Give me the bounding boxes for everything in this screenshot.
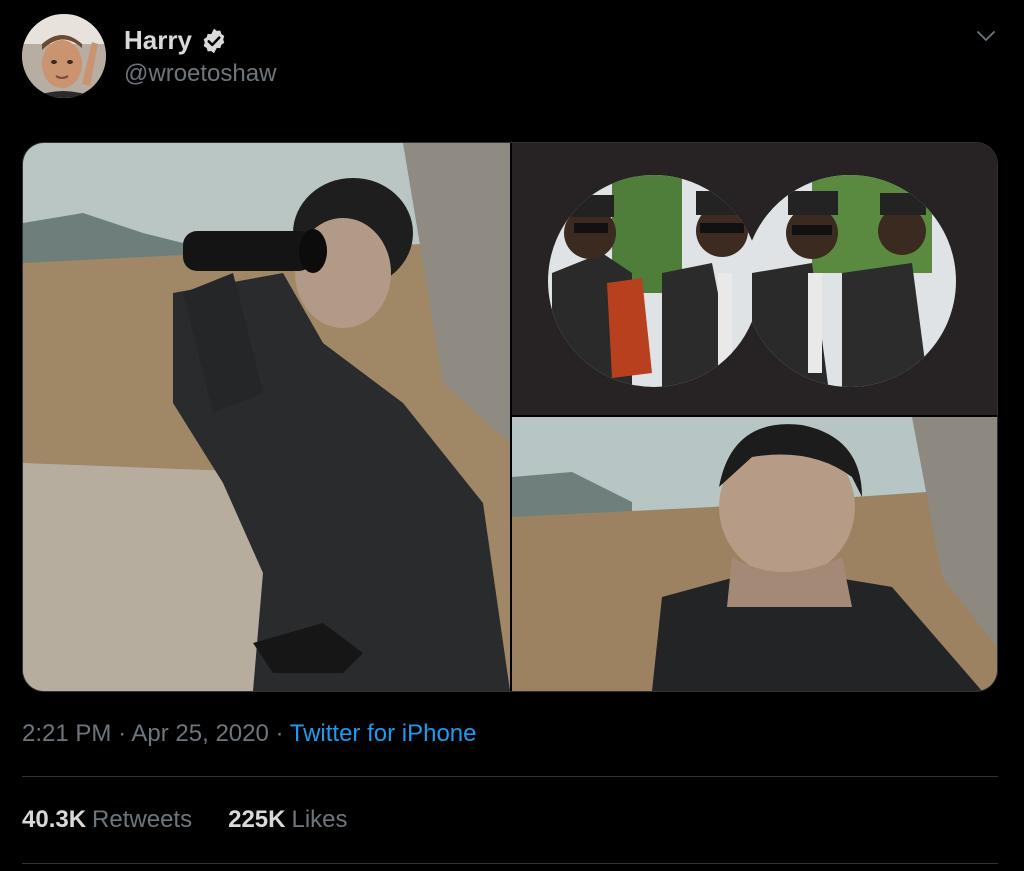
tweet-stats: 40.3K Retweets 225K Likes: [22, 806, 348, 834]
author-name-row[interactable]: Harry: [124, 25, 228, 56]
media-grid: [22, 142, 998, 692]
tweet-date[interactable]: Apr 25, 2020: [131, 720, 268, 747]
tweet-source-link[interactable]: Twitter for iPhone: [290, 720, 477, 747]
likes-label: Likes: [291, 806, 348, 833]
media-tile-left[interactable]: [23, 143, 510, 691]
avatar[interactable]: [22, 14, 106, 98]
media-tile-top-right[interactable]: [512, 143, 997, 415]
retweets-count: 40.3K: [22, 806, 87, 833]
binoculars-photo-icon: [23, 143, 510, 691]
tweet-time[interactable]: 2:21 PM: [22, 720, 111, 747]
likes-stat[interactable]: 225K Likes: [228, 806, 347, 834]
coffin-dance-binocular-view-photo-icon: [512, 143, 997, 415]
divider: [22, 776, 998, 777]
divider: [22, 863, 998, 864]
display-name[interactable]: Harry: [124, 25, 192, 56]
profile-photo-icon: [22, 14, 106, 98]
meta-separator: ·: [118, 720, 127, 747]
likes-count: 225K: [228, 806, 286, 833]
tweet-meta: 2:21 PM · Apr 25, 2020 · Twitter for iPh…: [22, 720, 477, 748]
meta-separator: ·: [275, 720, 284, 747]
author-handle[interactable]: @wroetoshaw: [124, 60, 276, 88]
chevron-down-icon[interactable]: [974, 24, 998, 48]
media-tile-bottom-right[interactable]: [512, 417, 997, 691]
verified-badge-icon: [203, 28, 225, 53]
retweets-stat[interactable]: 40.3K Retweets: [22, 806, 192, 834]
retweets-label: Retweets: [92, 806, 193, 833]
man-looking-photo-icon: [512, 417, 997, 691]
